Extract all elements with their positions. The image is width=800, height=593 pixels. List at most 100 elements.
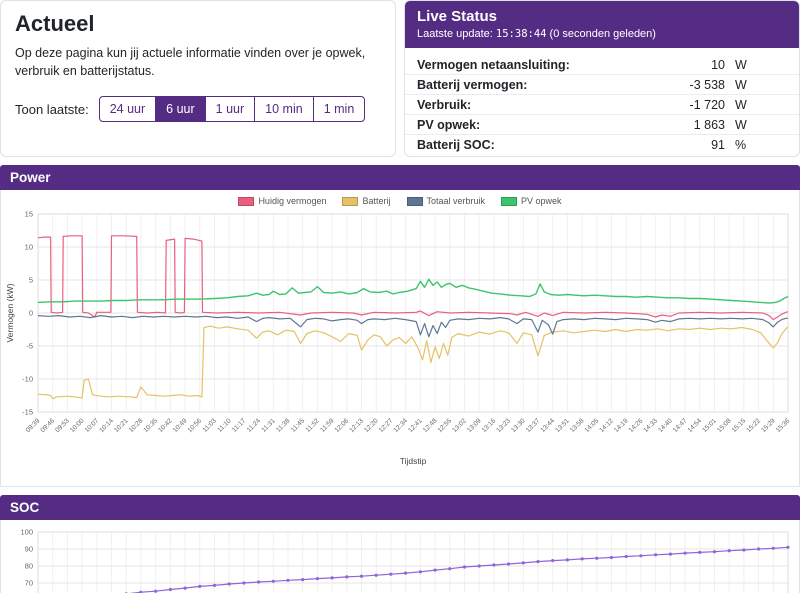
svg-text:10:49: 10:49 (172, 417, 189, 434)
power-panel-body: Huidig vermogen Batterij Totaal verbruik PV… (0, 190, 800, 487)
svg-text:10:35: 10:35 (142, 417, 159, 434)
svg-text:14:05: 14:05 (584, 417, 601, 434)
svg-text:13:58: 13:58 (569, 417, 586, 434)
legend-item-batterij[interactable]: Batterij (342, 196, 391, 206)
legend-swatch (501, 196, 518, 206)
svg-text:15:29: 15:29 (760, 417, 777, 434)
status-label: Vermogen netaansluiting: (417, 57, 570, 72)
top-row: Actueel Op deze pagina kun jij actuele i… (0, 0, 800, 157)
range-button-10-min[interactable]: 10 min (254, 96, 314, 122)
svg-text:11:10: 11:10 (216, 417, 233, 434)
status-unit: W (735, 77, 747, 92)
svg-text:Vermogen (kW): Vermogen (kW) (5, 283, 15, 342)
svg-text:10:07: 10:07 (84, 417, 101, 434)
power-panel-header: Power (0, 165, 800, 190)
svg-text:12:13: 12:13 (348, 417, 365, 434)
range-button-24-uur[interactable]: 24 uur (98, 96, 157, 122)
filter-label: Toon laatste: (15, 101, 89, 117)
svg-text:09:53: 09:53 (54, 417, 71, 434)
svg-text:12:41: 12:41 (407, 417, 424, 434)
svg-text:90: 90 (25, 545, 33, 554)
legend-item-huidig-vermogen[interactable]: Huidig vermogen (238, 196, 326, 206)
svg-text:13:23: 13:23 (495, 417, 512, 434)
svg-text:09:46: 09:46 (39, 417, 56, 434)
svg-text:14:54: 14:54 (687, 417, 704, 434)
svg-text:10:56: 10:56 (187, 417, 204, 434)
legend-swatch (342, 196, 359, 206)
svg-text:14:12: 14:12 (598, 417, 615, 434)
svg-text:0: 0 (29, 309, 33, 318)
soc-chart: 09:3909:4609:5310:0010:0710:1410:2110:28… (20, 528, 790, 593)
svg-text:-10: -10 (22, 375, 33, 384)
svg-text:15:01: 15:01 (701, 417, 718, 434)
series-pv-opwek-line (37, 278, 789, 304)
svg-text:14:40: 14:40 (657, 417, 674, 434)
svg-text:70: 70 (25, 579, 33, 588)
svg-text:80: 80 (25, 562, 33, 571)
svg-text:15: 15 (25, 210, 33, 219)
svg-text:11:17: 11:17 (231, 417, 248, 434)
svg-text:12:48: 12:48 (422, 417, 439, 434)
legend-item-pv-opwek[interactable]: PV opwek (501, 196, 562, 206)
page-title: Actueel (15, 11, 95, 36)
svg-text:5: 5 (29, 276, 33, 285)
svg-text:100: 100 (20, 528, 33, 537)
series-soc-line (128, 546, 789, 593)
legend-item-totaal-verbruik[interactable]: Totaal verbruik (406, 196, 486, 206)
status-unit: % (735, 137, 747, 152)
svg-text:12:55: 12:55 (437, 417, 454, 434)
status-unit: W (735, 117, 747, 132)
status-label: Verbruik: (417, 97, 472, 112)
soc-panel-body: 09:3909:4609:5310:0010:0710:1410:2110:28… (0, 520, 800, 593)
svg-text:11:24: 11:24 (246, 417, 263, 434)
live-status-table: Vermogen netaansluiting: 10 W Batterij verm… (405, 48, 799, 156)
svg-text:12:34: 12:34 (392, 417, 409, 434)
svg-text:-15: -15 (22, 408, 33, 417)
status-value: -3 538 (689, 77, 725, 92)
svg-text:11:59: 11:59 (319, 417, 336, 434)
legend-label: Totaal verbruik (426, 196, 486, 206)
svg-text:-5: -5 (26, 342, 33, 351)
status-value: 91 (711, 137, 725, 152)
svg-text:14:47: 14:47 (672, 417, 689, 434)
status-row: Batterij vermogen: -3 538 W (405, 75, 799, 95)
svg-text:13:09: 13:09 (466, 417, 483, 434)
svg-text:11:52: 11:52 (305, 417, 322, 434)
range-button-1-min[interactable]: 1 min (312, 96, 366, 122)
power-chart-legend: Huidig vermogen Batterij Totaal verbruik PV… (4, 196, 796, 206)
range-button-group: 24 uur 6 uur 1 uur 10 min 1 min (98, 96, 366, 122)
svg-text:11:45: 11:45 (290, 417, 307, 434)
svg-text:10:21: 10:21 (113, 417, 130, 434)
last-update-prefix: Laatste update: (417, 28, 493, 40)
status-label: PV opwek: (417, 117, 481, 132)
status-unit: W (735, 57, 747, 72)
svg-text:13:30: 13:30 (510, 417, 527, 434)
svg-text:09:39: 09:39 (25, 417, 42, 434)
legend-label: PV opwek (521, 196, 562, 206)
series-huidig-vermogen-line (37, 235, 789, 321)
svg-text:13:44: 13:44 (539, 417, 556, 434)
live-status-title: Live Status (417, 8, 498, 25)
soc-panel: SOC 09:3909:4609:5310:0010:0710:1410:211… (0, 495, 800, 593)
status-value: 1 863 (693, 117, 725, 132)
svg-text:10: 10 (25, 243, 33, 252)
svg-text:13:02: 13:02 (451, 417, 468, 434)
live-status-card: Live Status Laatste update: 15:38:44 (0 … (404, 0, 800, 157)
svg-text:13:16: 13:16 (481, 417, 498, 434)
status-value: -1 720 (689, 97, 725, 112)
last-update-text: Laatste update: 15:38:44 (0 seconden gel… (417, 28, 787, 40)
svg-text:11:38: 11:38 (275, 417, 292, 434)
soc-panel-header: SOC (0, 495, 800, 520)
series-batterij-line (37, 325, 789, 400)
svg-text:13:37: 13:37 (525, 417, 542, 434)
range-button-1-uur[interactable]: 1 uur (204, 96, 256, 122)
range-filter-row: Toon laatste: 24 uur 6 uur 1 uur 10 min 1 mi… (15, 96, 381, 122)
svg-text:15:36: 15:36 (775, 417, 792, 434)
status-label: Batterij SOC: (417, 137, 495, 152)
power-chart: 09:3909:4609:5310:0010:0710:1410:2110:28… (5, 210, 792, 466)
svg-text:14:19: 14:19 (613, 417, 630, 434)
legend-label: Batterij (362, 196, 391, 206)
legend-label: Huidig vermogen (258, 196, 327, 206)
range-button-6-uur[interactable]: 6 uur (155, 96, 206, 122)
status-row: Verbruik: -1 720 W (405, 95, 799, 115)
